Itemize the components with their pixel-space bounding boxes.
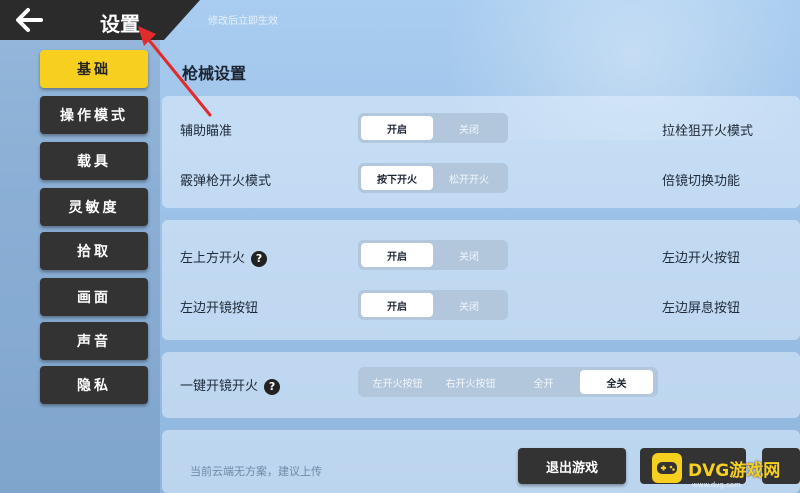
aim-assist-off-option[interactable]: 关闭 [433, 116, 505, 140]
left-hold-breath-label[interactable]: 左边屏息按钮 [662, 297, 740, 316]
left-scope-button-toggle: 开启 关闭 [358, 290, 508, 320]
top-left-fire-toggle: 开启 关闭 [358, 240, 508, 270]
sidebar-item-vehicle[interactable]: 载具 [40, 142, 148, 180]
aim-assist-toggle: 开启 关闭 [358, 113, 508, 143]
top-left-fire-off-option[interactable]: 关闭 [433, 243, 505, 267]
sidebar-item-control-mode[interactable]: 操作模式 [40, 96, 148, 134]
one-key-left-fire-option[interactable]: 左开火按钮 [361, 370, 434, 394]
page-subtitle: 修改后立即生效 [208, 16, 278, 27]
one-key-all-off-option[interactable]: 全关 [580, 370, 653, 394]
one-key-all-on-option[interactable]: 全开 [507, 370, 580, 394]
left-scope-on-option[interactable]: 开启 [361, 293, 433, 317]
shotgun-press-fire-option[interactable]: 按下开火 [361, 166, 433, 190]
one-key-scope-fire-selector: 左开火按钮 右开火按钮 全开 全关 [358, 367, 658, 397]
top-left-fire-text: 左上方开火 [180, 251, 246, 266]
one-key-right-fire-option[interactable]: 右开火按钮 [434, 370, 507, 394]
one-key-scope-fire-text: 一键开镜开火 [180, 379, 259, 394]
sidebar-item-privacy[interactable]: 隐私 [40, 366, 148, 404]
watermark-url: www.dvg.com [692, 481, 741, 489]
row-label-aim-assist: 辅助瞄准 [180, 124, 233, 139]
row-label-top-left-fire: 左上方开火? [180, 247, 268, 267]
sidebar-item-sound[interactable]: 声音 [40, 322, 148, 360]
section-title: 枪械设置 [182, 64, 247, 83]
shotgun-release-fire-option[interactable]: 松开开火 [433, 166, 505, 190]
row-label-one-key-scope-fire: 一键开镜开火? [180, 375, 281, 395]
cloud-hint-text: 当前云端无方案，建议上传 [190, 465, 322, 478]
watermark-text: DVG游戏网 [688, 460, 781, 481]
shotgun-fire-mode-toggle: 按下开火 松开开火 [358, 163, 508, 193]
sidebar-item-basic[interactable]: 基础 [40, 50, 148, 88]
left-scope-off-option[interactable]: 关闭 [433, 293, 505, 317]
aim-assist-on-option[interactable]: 开启 [361, 116, 433, 140]
back-arrow-icon[interactable] [14, 6, 44, 34]
scope-switch-label[interactable]: 倍镜切换功能 [662, 170, 740, 189]
page-title: 设置 [100, 12, 140, 36]
exit-game-button[interactable]: 退出游戏 [518, 448, 626, 484]
row-label-shotgun-fire-mode: 霰弹枪开火模式 [180, 174, 272, 189]
left-fire-button-label[interactable]: 左边开火按钮 [662, 247, 740, 266]
settings-panel-2 [162, 220, 800, 340]
sidebar-item-sensitivity[interactable]: 灵敏度 [40, 188, 148, 226]
watermark: DVG游戏网 [652, 452, 794, 484]
gamepad-icon [652, 453, 682, 483]
sidebar-item-pickup[interactable]: 拾取 [40, 232, 148, 270]
help-icon[interactable]: ? [251, 250, 268, 267]
row-label-left-scope-button: 左边开镜按钮 [180, 301, 259, 316]
top-left-fire-on-option[interactable]: 开启 [361, 243, 433, 267]
sidebar-item-graphics[interactable]: 画面 [40, 278, 148, 316]
help-icon[interactable]: ? [264, 378, 281, 395]
bolt-sniper-fire-mode-label[interactable]: 拉栓狙开火模式 [662, 120, 753, 139]
